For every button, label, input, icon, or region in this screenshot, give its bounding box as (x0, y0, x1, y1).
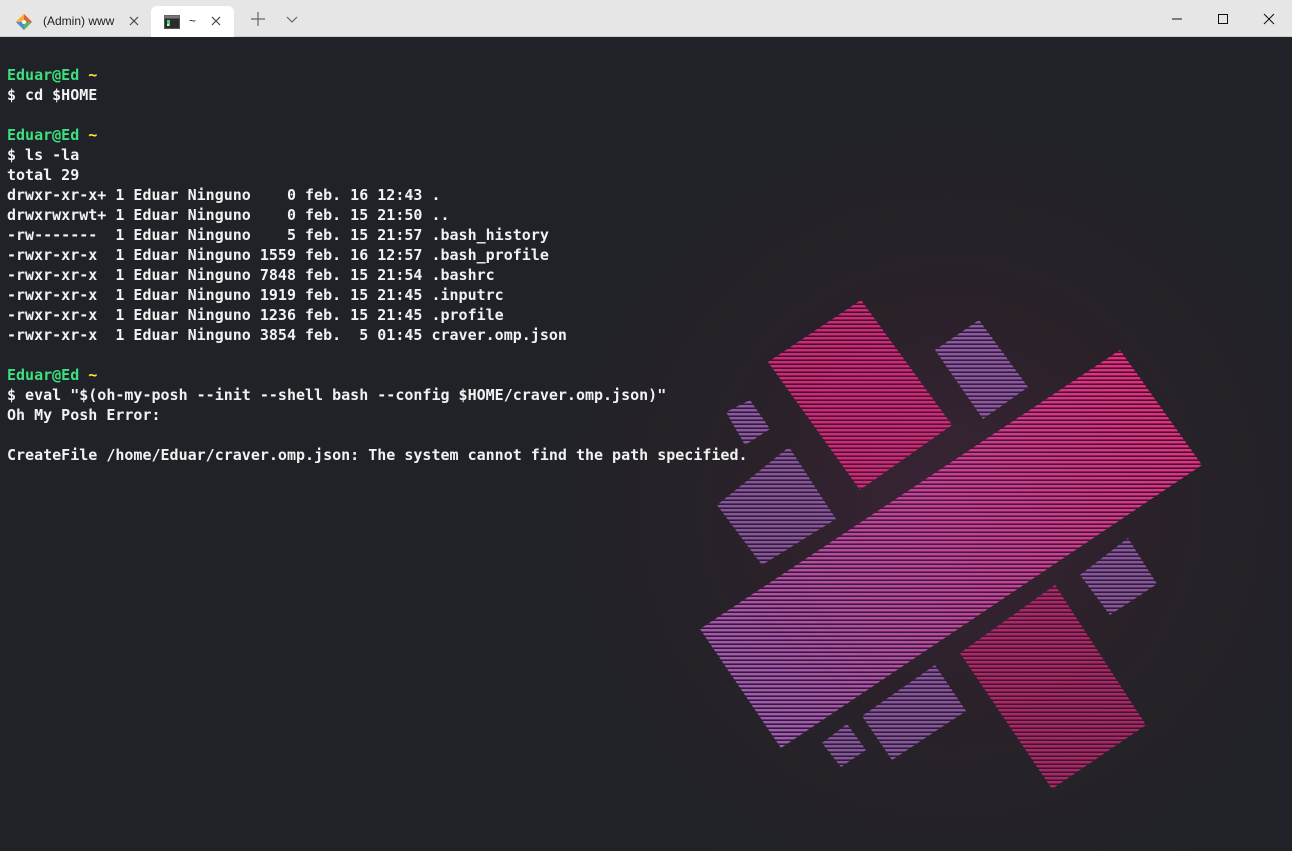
prompt-path: ~ (88, 126, 98, 144)
output-line: CreateFile /home/Eduar/craver.omp.json: … (7, 446, 748, 464)
terminal-icon (164, 15, 180, 29)
output-line: -rwxr-xr-x 1 Eduar Ninguno 7848 feb. 15 … (7, 266, 495, 284)
terminal-pane[interactable]: Eduar@Ed ~ $ cd $HOME Eduar@Ed ~ $ ls -la to… (0, 37, 1292, 851)
prompt-path: ~ (88, 366, 98, 384)
prompt-line: Eduar@Ed ~ (7, 125, 748, 145)
prompt-line: Eduar@Ed ~ (7, 365, 748, 385)
close-tab-icon[interactable] (208, 13, 224, 29)
git-icon (16, 14, 32, 30)
output-line: -rwxr-xr-x 1 Eduar Ninguno 1236 feb. 15 … (7, 306, 504, 324)
maximize-icon (1218, 13, 1228, 24)
prompt-user: Eduar@Ed (7, 126, 80, 144)
tab-label: (Admin) www (43, 14, 115, 28)
chevron-down-icon[interactable] (281, 8, 303, 30)
plus-icon[interactable] (247, 8, 269, 30)
close-icon (1263, 13, 1275, 24)
prompt-path: ~ (88, 66, 98, 84)
output-line: drwxr-xr-x+ 1 Eduar Ninguno 0 feb. 16 12… (7, 186, 441, 204)
title-bar: (Admin) www ~ (0, 0, 1292, 37)
tab-admin-www[interactable]: (Admin) www (6, 6, 146, 37)
tab-home[interactable]: ~ (151, 6, 234, 37)
prompt-user: Eduar@Ed (7, 366, 80, 384)
output-line: $ cd $HOME (7, 86, 98, 104)
output-line: -rw------- 1 Eduar Ninguno 5 feb. 15 21:… (7, 226, 549, 244)
background-logo-art (700, 300, 1202, 789)
close-window-button[interactable] (1246, 0, 1292, 37)
output-line: -rwxr-xr-x 1 Eduar Ninguno 3854 feb. 5 0… (7, 326, 567, 344)
minimize-icon (1172, 18, 1182, 19)
tab-label: ~ (189, 14, 197, 28)
output-line: $ ls -la (7, 146, 80, 164)
terminal-output: Eduar@Ed ~ $ cd $HOME Eduar@Ed ~ $ ls -la to… (7, 65, 748, 465)
output-line: Oh My Posh Error: (7, 406, 161, 424)
close-tab-icon[interactable] (126, 13, 142, 29)
output-line: -rwxr-xr-x 1 Eduar Ninguno 1919 feb. 15 … (7, 286, 504, 304)
output-line: $ eval "$(oh-my-posh --init --shell bash… (7, 386, 667, 404)
prompt-user: Eduar@Ed (7, 66, 80, 84)
output-line: total 29 (7, 166, 80, 184)
minimize-button[interactable] (1154, 0, 1200, 37)
output-line: -rwxr-xr-x 1 Eduar Ninguno 1559 feb. 16 … (7, 246, 549, 264)
output-line: drwxrwxrwt+ 1 Eduar Ninguno 0 feb. 15 21… (7, 206, 450, 224)
prompt-line: Eduar@Ed ~ (7, 65, 748, 85)
maximize-button[interactable] (1200, 0, 1246, 37)
